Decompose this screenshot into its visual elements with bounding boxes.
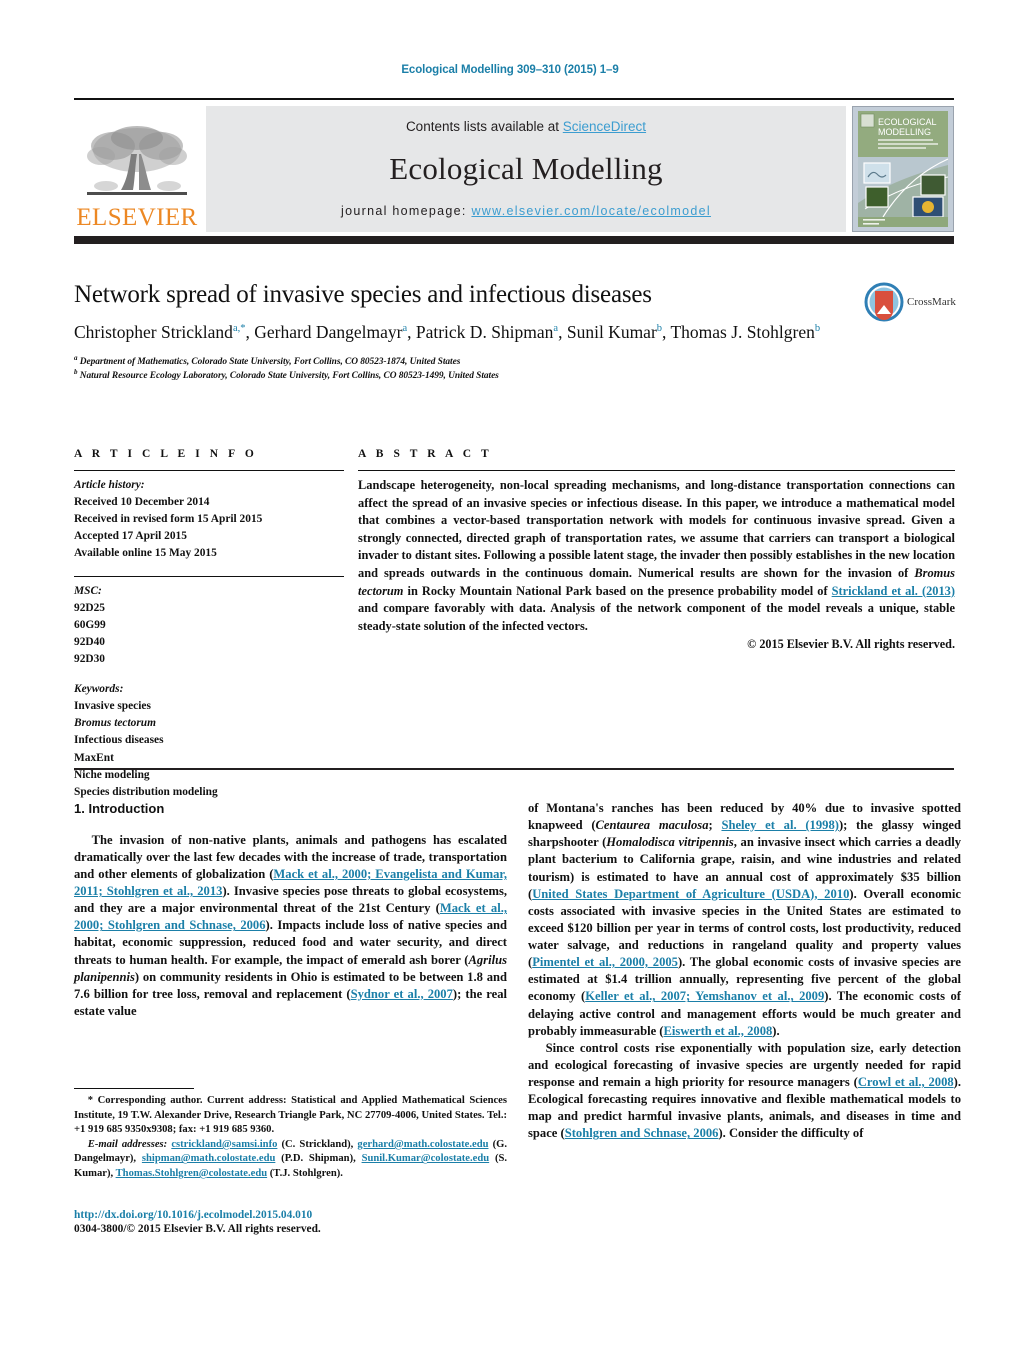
crossmark-badge[interactable]: CrossMark [864,278,956,326]
citation-link[interactable]: United States Department of Agriculture … [532,887,849,901]
msc-code: 60G99 [74,618,106,631]
keywords-group: Keywords: Invasive species Bromus tector… [74,681,344,801]
abstract-citation-link[interactable]: Strickland et al. (2013) [832,584,955,598]
article-history-label: Article history: [74,479,145,491]
doi-block: http://dx.doi.org/10.1016/j.ecolmodel.20… [74,1209,507,1235]
article-history-item: Available online 15 May 2015 [74,547,217,560]
article-history-group: Article history: Received 10 December 20… [74,477,344,563]
title-block: Network spread of invasive species and i… [74,281,864,383]
keyword-item: Bromus tectorum [74,717,156,730]
body-column-left: 1. Introduction The invasion of non-nati… [74,800,507,1020]
issn-copyright: 0304-3800/© 2015 Elsevier B.V. All right… [74,1223,321,1235]
citation-link[interactable]: Keller et al., 2007; Yemshanov et al., 2… [585,989,824,1003]
affiliation: a Department of Mathematics, Colorado St… [74,353,461,368]
svg-text:ECOLOGICAL: ECOLOGICAL [878,117,937,127]
running-head: Ecological Modelling 309–310 (2015) 1–9 [401,64,619,76]
email-link[interactable]: cstrickland@samsi.info [171,1139,277,1150]
doi-link[interactable]: http://dx.doi.org/10.1016/j.ecolmodel.20… [74,1209,507,1221]
keyword-item: Infectious diseases [74,734,164,747]
citation-link[interactable]: Eiswerth et al., 2008 [664,1024,773,1038]
citation-link[interactable]: Sheley et al. (1998) [721,818,838,832]
email-link[interactable]: Sunil.Kumar@colostate.edu [362,1153,490,1164]
msc-code: 92D40 [74,635,106,648]
sciencedirect-link[interactable]: ScienceDirect [563,119,646,134]
email-link[interactable]: Thomas.Stohlgren@colostate.edu [116,1168,268,1179]
paper-page: Ecological Modelling 309–310 (2015) 1–9 [0,0,1020,1351]
author: Patrick D. Shipmana [415,322,559,342]
journal-homepage-link[interactable]: www.elsevier.com/locate/ecolmodel [471,204,711,218]
elsevier-tree-icon [87,126,187,195]
email-addresses-note: E-mail addresses: cstrickland@samsi.info… [74,1138,508,1180]
journal-band: Contents lists available at ScienceDirec… [206,106,846,232]
journal-homepage-line: journal homepage: www.elsevier.com/locat… [341,204,711,218]
abstract-rule [358,470,955,471]
affiliation: b Natural Resource Ecology Laboratory, C… [74,367,499,381]
homepage-prefix: journal homepage: [341,204,472,218]
journal-title: Ecological Modelling [389,151,663,186]
masthead-bottom-rule [74,236,954,244]
msc-code: 92D30 [74,652,106,665]
paragraph: of Montana's ranches has been reduced by… [528,801,961,1038]
citation-link[interactable]: Pimentel et al., 2000, 2005 [532,955,678,969]
citation-link[interactable]: Stohlgren and Schnase, 2006 [565,1126,719,1140]
keyword-item: Invasive species [74,700,151,713]
paragraph: Since control costs rise exponentially w… [528,1040,962,1141]
contents-line: Contents lists available at ScienceDirec… [406,119,646,134]
msc-code: 92D25 [74,601,106,614]
journal-cover-thumbnail: ECOLOGICAL MODELLING [852,106,954,232]
email-link[interactable]: gerhard@math.colostate.edu [357,1139,488,1150]
abstract-column: A B S T R A C T Landscape heterogeneity,… [358,448,955,652]
msc-label: MSC: [74,584,102,597]
author: Sunil Kumarb [566,322,663,342]
abstract-bottom-rule [74,768,954,771]
crossmark-shield-icon [864,282,904,322]
citation-link[interactable]: Crowl et al., 2008 [858,1075,954,1089]
keywords-label: Keywords: [74,683,124,696]
body-column-right: of Montana's ranches has been reduced by… [528,800,961,1143]
article-history-item: Accepted 17 April 2015 [74,530,187,543]
corresponding-author-note: * Corresponding author. Current address:… [74,1095,507,1136]
section-heading-introduction: 1. Introduction [74,801,165,816]
article-history-item: Received 10 December 2014 [74,496,210,509]
footnote-rule [74,1088,194,1089]
msc-rule [74,575,344,577]
cover-artwork-icon: ECOLOGICAL MODELLING [853,107,953,231]
article-info-rule [74,470,344,471]
msc-group: MSC: 92D25 60G99 92D40 92D30 [74,583,344,669]
copyright-line: © 2015 Elsevier B.V. All rights reserved… [747,637,955,652]
footnote-block: * Corresponding author. Current address:… [74,1088,507,1182]
article-info-column: A R T I C L E I N F O Article history: R… [74,448,344,814]
author: Thomas J. Stohlgrenb [670,322,821,342]
author: Christopher Stricklanda,* [74,322,246,342]
keyword-item: MaxEnt [74,751,114,764]
elsevier-wordmark: ELSEVIER [76,204,198,231]
elsevier-logo: ELSEVIER [74,106,200,232]
crossmark-label: CrossMark [907,296,956,308]
paragraph: The invasion of non-native plants, anima… [74,832,507,1018]
article-info-heading: A R T I C L E I N F O [74,448,258,460]
svg-text:MODELLING: MODELLING [878,127,931,137]
author-list: Christopher Stricklanda,*, Gerhard Dange… [74,322,821,342]
citation-link[interactable]: Sydnor et al., 2007 [351,987,453,1001]
page-title: Network spread of invasive species and i… [74,281,652,308]
author: Gerhard Dangelmayra [254,322,408,342]
contents-prefix: Contents lists available at [405,119,563,134]
keyword-item: Species distribution modeling [74,785,218,798]
abstract-heading: A B S T R A C T [358,448,493,460]
article-history-item: Received in revised form 15 April 2015 [74,513,263,526]
email-label: E-mail addresses: [87,1138,168,1150]
abstract-text: Landscape heterogeneity, non-local sprea… [358,478,955,633]
email-link[interactable]: shipman@math.colostate.edu [142,1153,275,1164]
journal-masthead: ELSEVIER Contents lists available at Sci… [74,98,954,232]
